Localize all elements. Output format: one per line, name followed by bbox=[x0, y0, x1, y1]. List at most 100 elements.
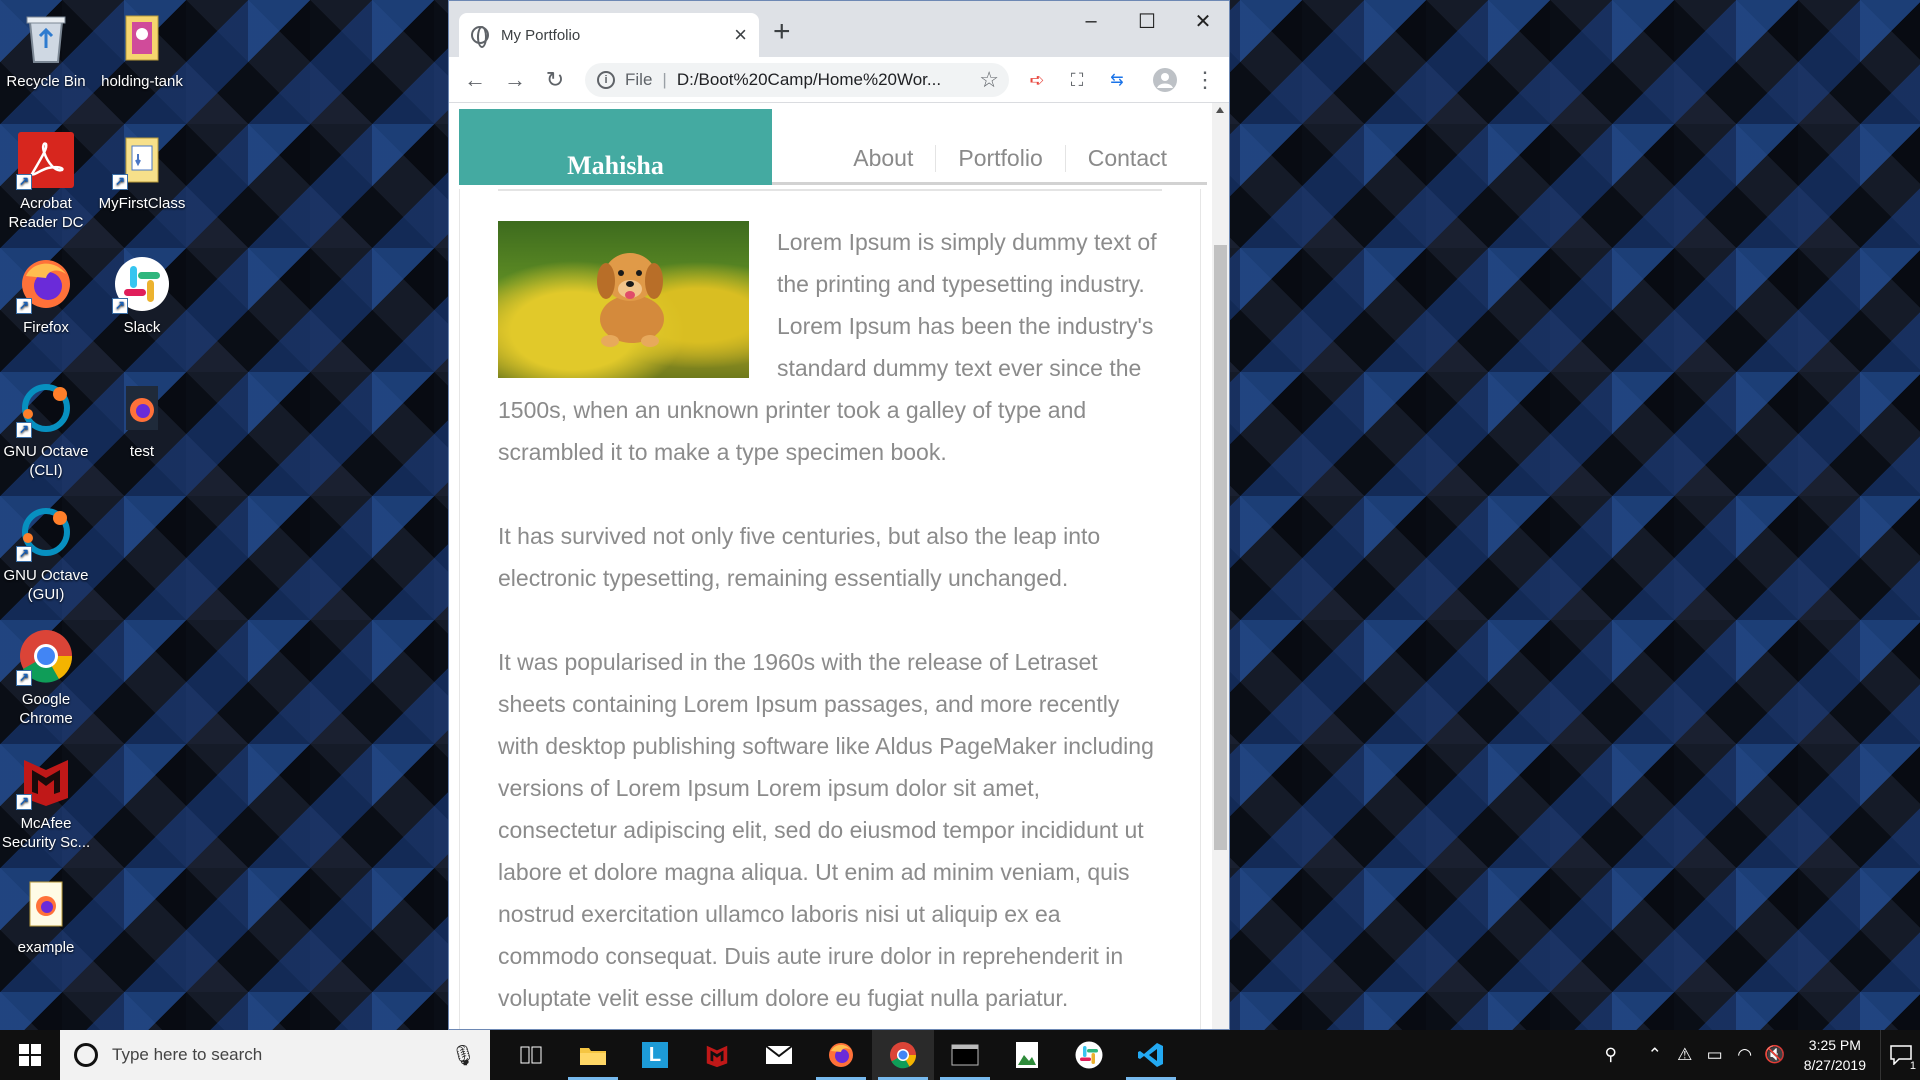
desktop-icon-label: Recycle Bin bbox=[6, 73, 86, 90]
clock[interactable]: 3:25 PM 8/27/2019 bbox=[1804, 1035, 1866, 1075]
browser-toolbar: ← → ↻ i File | D:/Boot%20Camp/Home%20Wor… bbox=[449, 57, 1229, 103]
bookmark-star-icon[interactable]: ☆ bbox=[979, 67, 999, 93]
firefox-icon bbox=[829, 1043, 853, 1067]
taskbar-chrome[interactable] bbox=[872, 1030, 934, 1080]
desktop-icon-acrobat[interactable]: ↗ Acrobat Reader DC bbox=[0, 126, 92, 232]
desktop-icon-label: holding-tank bbox=[101, 73, 183, 90]
new-tab-button[interactable]: + bbox=[773, 15, 791, 49]
folder-icon bbox=[114, 10, 170, 66]
octave-icon: ↗ bbox=[16, 504, 74, 562]
back-button[interactable]: ← bbox=[455, 60, 495, 100]
close-tab-icon[interactable]: × bbox=[734, 22, 747, 48]
chrome-icon: ↗ bbox=[16, 628, 74, 686]
windows-logo-icon bbox=[19, 1044, 41, 1066]
close-window-button[interactable]: ✕ bbox=[1175, 1, 1229, 41]
image-file-icon bbox=[1016, 1042, 1038, 1068]
extension-arrow-icon[interactable]: ➪ bbox=[1017, 60, 1057, 100]
vscode-icon bbox=[1138, 1043, 1163, 1067]
chevron-up-icon[interactable]: ⌃ bbox=[1640, 1045, 1670, 1065]
desktop-icon-label: MyFirstClass bbox=[98, 195, 186, 212]
taskbar-vscode[interactable] bbox=[1120, 1030, 1182, 1080]
maximize-button[interactable]: ☐ bbox=[1119, 1, 1175, 41]
page-viewport: Mahisha About Portfolio Contact Lorem Ip… bbox=[449, 103, 1229, 1029]
puppy-illustration bbox=[597, 253, 664, 347]
start-button[interactable] bbox=[0, 1030, 60, 1080]
mcafee-icon: ↗ bbox=[16, 752, 74, 810]
action-center-button[interactable]: 1 bbox=[1880, 1030, 1920, 1080]
firefox-file-icon bbox=[114, 380, 170, 436]
vertical-scrollbar[interactable] bbox=[1212, 103, 1229, 1029]
title-bar: My Portfolio × + – ☐ ✕ bbox=[449, 1, 1229, 57]
desktop-icon-chrome[interactable]: ↗ Google Chrome bbox=[0, 622, 92, 728]
chrome-icon bbox=[890, 1042, 917, 1069]
system-tray: ⚲ ⌃ ⚠ ▭ ◠ 🔇 3:25 PM 8/27/2019 1 bbox=[1596, 1030, 1920, 1080]
desktop-icon-label: Acrobat Reader DC bbox=[8, 195, 84, 231]
screenshot-extension-icon[interactable]: ⛶ bbox=[1057, 60, 1097, 100]
slack-icon bbox=[1075, 1041, 1103, 1069]
taskbar-file-explorer[interactable] bbox=[562, 1030, 624, 1080]
taskbar-mcafee[interactable] bbox=[686, 1030, 748, 1080]
desktop-icon-recycle-bin[interactable]: Recycle Bin bbox=[0, 4, 92, 91]
search-placeholder: Type here to search bbox=[112, 1045, 263, 1064]
nav-contact[interactable]: Contact bbox=[1064, 145, 1189, 172]
cortana-icon bbox=[74, 1043, 98, 1067]
paragraph-1: Lorem Ipsum is simply dummy text of the … bbox=[498, 221, 1162, 473]
taskbar-image-viewer[interactable] bbox=[996, 1030, 1058, 1080]
desktop-icon-label: test bbox=[129, 443, 155, 460]
portfolio-page: Mahisha About Portfolio Contact Lorem Ip… bbox=[459, 109, 1207, 1029]
desktop-icon-label: GNU Octave (CLI) bbox=[3, 443, 89, 479]
globe-icon bbox=[471, 26, 489, 48]
site-nav: About Portfolio Contact bbox=[831, 145, 1189, 172]
nav-portfolio[interactable]: Portfolio bbox=[935, 145, 1064, 172]
battery-icon[interactable]: ▭ bbox=[1700, 1045, 1730, 1065]
l-app-icon: L bbox=[642, 1042, 668, 1068]
desktop-icon-example[interactable]: example bbox=[0, 870, 92, 957]
desktop-icon-test[interactable]: test bbox=[96, 374, 188, 461]
taskbar: Type here to search 🎙 L ⚲ ⌃ ⚠ ▭ ◠ 🔇 3:25… bbox=[0, 1030, 1920, 1080]
desktop-icon-octave-cli[interactable]: ↗ GNU Octave (CLI) bbox=[0, 374, 92, 480]
menu-kebab-icon[interactable]: ⋮ bbox=[1185, 60, 1225, 100]
scroll-up-arrow-icon[interactable] bbox=[1216, 107, 1224, 113]
reload-button[interactable]: ↻ bbox=[535, 60, 575, 100]
minimize-button[interactable]: – bbox=[1063, 1, 1119, 41]
taskbar-l-app[interactable]: L bbox=[624, 1030, 686, 1080]
task-view-icon bbox=[520, 1046, 542, 1064]
desktop-icon-label: Google Chrome bbox=[19, 691, 73, 727]
desktop-icon-mcafee[interactable]: ↗ McAfee Security Sc... bbox=[0, 746, 92, 852]
paragraph-2: It has survived not only five centuries,… bbox=[498, 523, 1101, 591]
people-icon[interactable]: ⚲ bbox=[1596, 1045, 1626, 1065]
avatar-icon bbox=[1153, 68, 1177, 92]
desktop-icon-holding-tank[interactable]: holding-tank bbox=[96, 4, 188, 91]
microphone-icon[interactable]: 🎙 bbox=[451, 1043, 476, 1068]
taskbar-search-box[interactable]: Type here to search 🎙 bbox=[60, 1030, 490, 1080]
desktop-icon-myfirstclass[interactable]: ↗ MyFirstClass bbox=[96, 126, 188, 213]
mcafee-icon bbox=[706, 1045, 728, 1068]
volume-muted-icon[interactable]: 🔇 bbox=[1760, 1045, 1790, 1065]
sync-extension-icon[interactable]: ⇆ bbox=[1097, 60, 1137, 100]
taskbar-firefox[interactable] bbox=[810, 1030, 872, 1080]
divider bbox=[498, 189, 1162, 191]
desktop-icon-firefox[interactable]: ↗ Firefox bbox=[0, 250, 92, 337]
security-alert-icon[interactable]: ⚠ bbox=[1670, 1045, 1700, 1065]
clock-date: 8/27/2019 bbox=[1803, 1057, 1866, 1073]
address-scheme: File bbox=[625, 70, 653, 89]
profile-avatar[interactable] bbox=[1145, 60, 1185, 100]
task-view-button[interactable] bbox=[500, 1030, 562, 1080]
address-bar[interactable]: i File | D:/Boot%20Camp/Home%20Wor... ☆ bbox=[585, 63, 1009, 97]
taskbar-slack[interactable] bbox=[1058, 1030, 1120, 1080]
desktop-icon-slack[interactable]: ↗ Slack bbox=[96, 250, 188, 337]
scrollbar-thumb[interactable] bbox=[1214, 245, 1227, 850]
paragraph-3: It was popularised in the 1960s with the… bbox=[498, 649, 1155, 1029]
forward-button[interactable]: → bbox=[495, 60, 535, 100]
taskbar-terminal[interactable] bbox=[934, 1030, 996, 1080]
tab-my-portfolio[interactable]: My Portfolio × bbox=[459, 13, 759, 57]
desktop-icon-octave-gui[interactable]: ↗ GNU Octave (GUI) bbox=[0, 498, 92, 604]
taskbar-mail[interactable] bbox=[748, 1030, 810, 1080]
wifi-icon[interactable]: ◠ bbox=[1730, 1045, 1760, 1065]
clock-time: 3:25 PM bbox=[1808, 1037, 1861, 1053]
info-icon[interactable]: i bbox=[597, 71, 615, 89]
nav-about[interactable]: About bbox=[831, 145, 935, 172]
address-url: D:/Boot%20Camp/Home%20Wor... bbox=[676, 70, 942, 89]
site-brand[interactable]: Mahisha bbox=[459, 109, 772, 185]
firefox-file-icon bbox=[18, 876, 74, 932]
